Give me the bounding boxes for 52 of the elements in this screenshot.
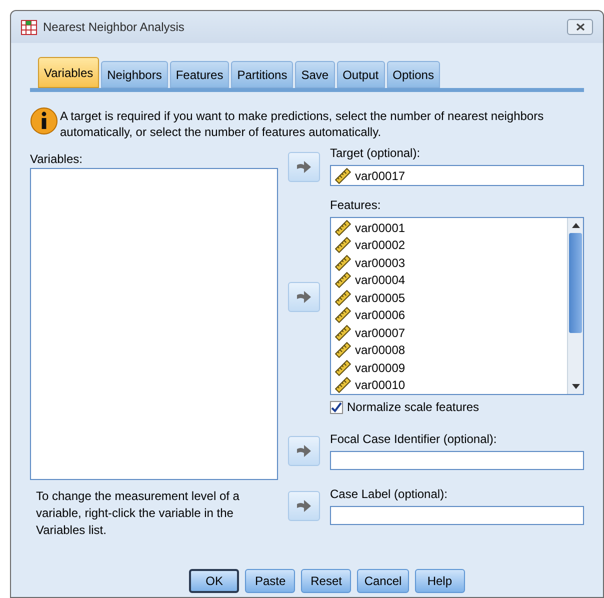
tab[interactable]: Output bbox=[336, 61, 385, 88]
normalize-label: Normalize scale features bbox=[347, 399, 480, 416]
close-button[interactable] bbox=[567, 19, 593, 35]
feature-item[interactable]: var00006 bbox=[335, 306, 567, 324]
tab[interactable]: Features bbox=[170, 61, 230, 88]
close-icon bbox=[576, 23, 584, 31]
arrow-icon bbox=[297, 500, 311, 512]
dialog-button[interactable]: Help bbox=[414, 569, 465, 593]
feature-item[interactable]: var00001 bbox=[335, 219, 567, 236]
tab[interactable]: Options bbox=[386, 61, 440, 88]
feature-item[interactable]: var00003 bbox=[335, 254, 567, 272]
feature-item[interactable]: var00007 bbox=[335, 324, 567, 342]
tab[interactable]: Save bbox=[295, 61, 335, 88]
up-arrow-icon bbox=[572, 223, 580, 228]
move-arrow-button[interactable] bbox=[288, 152, 320, 182]
feature-item[interactable]: var00010 bbox=[335, 376, 567, 394]
grid-app-icon bbox=[21, 20, 37, 34]
focal-case-field[interactable] bbox=[330, 451, 584, 470]
target-label: Target (optional): bbox=[330, 145, 422, 162]
tab[interactable]: Neighbors bbox=[101, 61, 168, 88]
focal-case-label: Focal Case Identifier (optional): bbox=[330, 431, 498, 448]
move-arrow-button[interactable] bbox=[288, 436, 320, 466]
arrow-icon bbox=[297, 161, 311, 173]
case-label-label: Case Label (optional): bbox=[330, 486, 448, 503]
scrollbar[interactable] bbox=[567, 218, 583, 394]
checkbox[interactable] bbox=[330, 400, 343, 414]
feature-item[interactable]: var00005 bbox=[335, 289, 567, 306]
arrow-icon bbox=[297, 445, 311, 457]
tab[interactable]: Partitions bbox=[231, 61, 294, 88]
move-arrow-button[interactable] bbox=[288, 282, 320, 312]
info-icon bbox=[30, 107, 58, 135]
measurement-level-hint: To change the measurement level of a variable, right-click the variable in the Variables list. bbox=[35, 488, 240, 539]
dialog-button[interactable]: Paste bbox=[245, 569, 296, 593]
feature-item[interactable]: var00009 bbox=[335, 359, 567, 376]
features-list[interactable]: var00001 var00002 var00003 var00004 var00005 var00006 var00007 var00008 var00009 var00010 bbox=[330, 217, 584, 395]
target-value: var00017 bbox=[355, 168, 406, 184]
arrow-icon bbox=[297, 291, 311, 303]
target-field[interactable]: var00017 bbox=[330, 165, 584, 186]
info-message: A target is required if you want to make predictions, select the number of nearest neighbors automatically, or select the number of features automatically. bbox=[60, 108, 545, 140]
dialog-button[interactable]: OK bbox=[189, 569, 240, 593]
variables-label: Variables: bbox=[30, 151, 84, 165]
tab[interactable]: Variables bbox=[38, 57, 100, 88]
window-title: Nearest Neighbor Analysis bbox=[43, 19, 184, 36]
dialog-button[interactable]: Cancel bbox=[357, 569, 409, 593]
features-label: Features: bbox=[330, 197, 382, 214]
feature-item[interactable]: var00008 bbox=[335, 342, 567, 359]
feature-item[interactable]: var00004 bbox=[335, 272, 567, 289]
down-arrow-icon bbox=[572, 384, 580, 389]
case-label-field[interactable] bbox=[330, 506, 584, 525]
move-arrow-button[interactable] bbox=[288, 491, 320, 521]
feature-item[interactable]: var00002 bbox=[335, 236, 567, 254]
dialog-button[interactable]: Reset bbox=[301, 569, 352, 593]
